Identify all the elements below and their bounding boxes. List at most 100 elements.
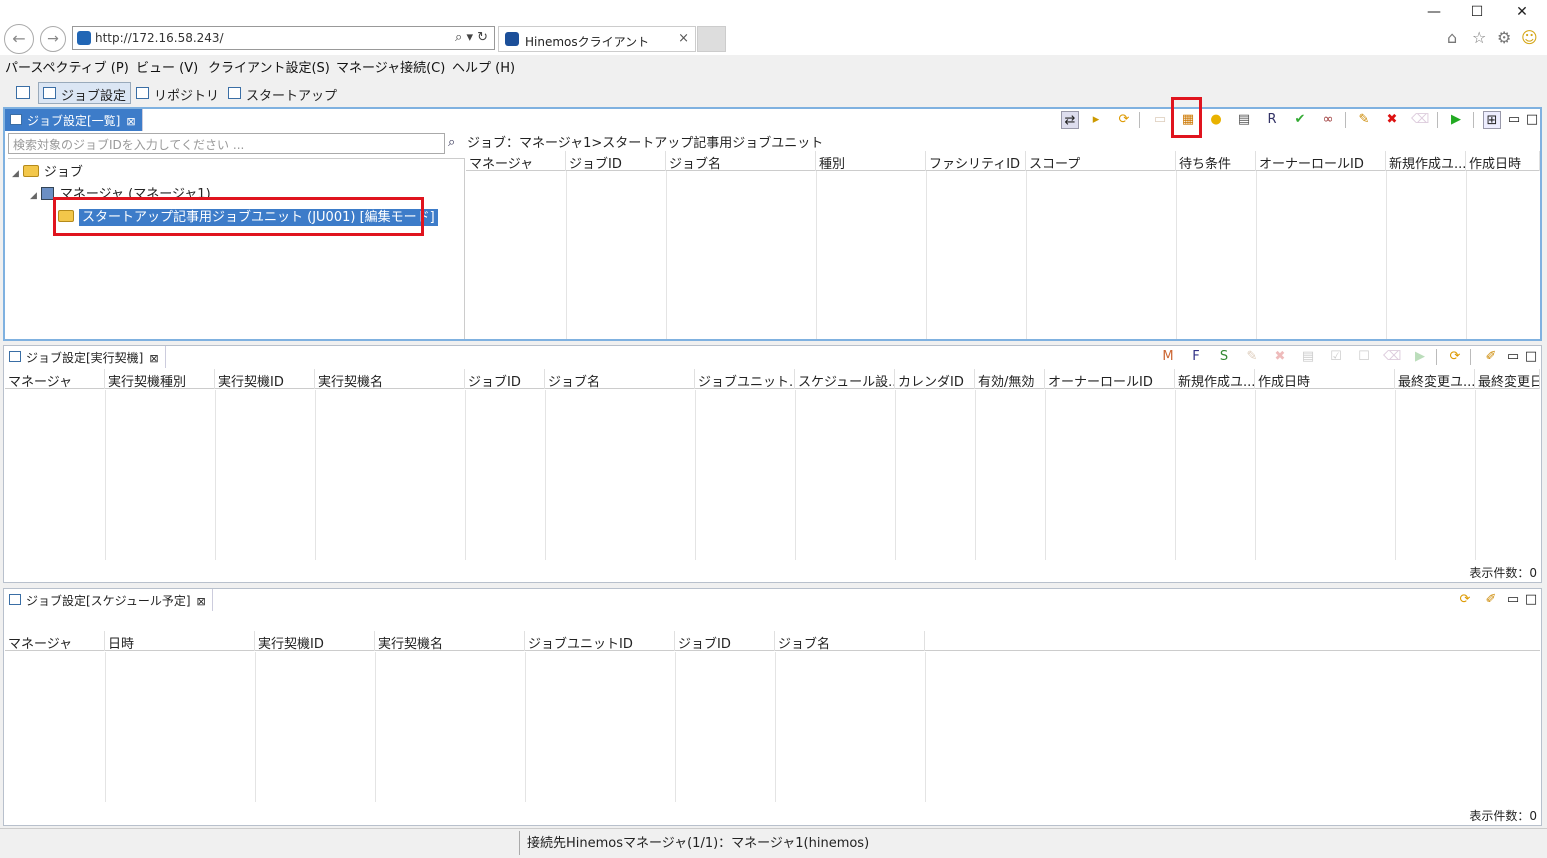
maximize-view-icon[interactable]: □ [1522,348,1540,366]
col-datetime[interactable]: 日時 [105,631,255,651]
col-wait-condition[interactable]: 待ち条件 [1176,151,1256,171]
col-created-date[interactable]: 作成日時 [1255,369,1395,389]
tree-node-job[interactable]: ◢ ジョブ [12,161,83,180]
col-manager[interactable]: マネージャ [466,151,566,171]
star-icon[interactable]: ☆ [1472,28,1486,47]
col-trigger-name[interactable]: 実行契機名 [315,369,465,389]
refresh-icon[interactable]: ⟳ [1456,591,1474,609]
minimize-view-icon[interactable]: ▭ [1505,111,1523,129]
add-job-icon[interactable]: ● [1207,111,1225,129]
eraser-icon[interactable]: ⌫ [1411,111,1429,129]
smiley-icon[interactable]: ☺ [1521,28,1538,47]
col-owner-role[interactable]: オーナーロールID [1256,151,1386,171]
minimize-view-icon[interactable]: ▭ [1504,591,1522,609]
col-enabled[interactable]: 有効/無効 [975,369,1045,389]
col-job-name[interactable]: ジョブ名 [545,369,695,389]
col-owner-role[interactable]: オーナーロールID [1045,369,1175,389]
gear-icon[interactable]: ⚙ [1497,28,1511,47]
menu-perspective[interactable]: パースペクティブ (P) [5,57,129,76]
col-trigger-name[interactable]: 実行契機名 [375,631,525,651]
col-jobunit-id[interactable]: ジョブユニットID [525,631,675,651]
browser-tab[interactable]: Hinemosクライアント × [498,26,696,52]
refresh-icon[interactable]: ⟳ [1115,111,1133,129]
add-jobunit-icon[interactable]: ▭ [1151,111,1169,129]
grid-line [675,652,676,802]
col-trigger-id[interactable]: 実行契機ID [255,631,375,651]
close-icon[interactable]: ✕ [1512,4,1532,24]
perspective-bar: ジョブ設定 リポジトリ スタートアップ [0,80,1547,106]
grid-line [566,171,567,339]
run-icon[interactable]: ▶ [1447,111,1465,129]
close-view-icon[interactable]: ⊠ [197,595,206,608]
tab-trigger[interactable]: ジョブ設定[実行契機] ⊠ [4,346,166,368]
close-view-icon[interactable]: ⊠ [149,352,158,365]
search-icon[interactable]: ⌕ [448,135,455,150]
col-trigger-type[interactable]: 実行契機種別 [105,369,215,389]
delete-icon[interactable]: ✖ [1383,111,1401,129]
col-schedule[interactable]: スケジュール設... [795,369,895,389]
col-manager[interactable]: マネージャ [5,631,105,651]
add-file-check-icon[interactable]: F [1187,348,1205,366]
grid-line [105,390,106,560]
col-scope[interactable]: スコープ [1026,151,1176,171]
home-icon[interactable]: ⌂ [1447,28,1457,47]
maximize-view-icon[interactable]: □ [1522,591,1540,609]
minimize-icon[interactable]: — [1424,4,1444,24]
view-icon [9,594,21,605]
col-manager[interactable]: マネージャ [5,369,105,389]
edit-icon[interactable]: ✎ [1355,111,1373,129]
menu-help[interactable]: ヘルプ (H) [452,57,515,76]
add-file-job-icon[interactable]: ▤ [1235,111,1253,129]
grid-line [105,652,106,802]
col-jobunit[interactable]: ジョブユニット... [695,369,795,389]
add-schedule-icon[interactable]: S [1215,348,1233,366]
close-tab-icon[interactable]: × [678,31,689,46]
col-type[interactable]: 種別 [816,151,926,171]
col-modified-date[interactable]: 最終変更日 [1475,369,1540,389]
tree-view-icon[interactable]: ⊞ [1483,111,1501,129]
perspective-job-settings[interactable]: ジョブ設定 [38,82,132,104]
back-button[interactable]: ← [4,24,34,54]
forward-button[interactable]: → [40,26,66,52]
col-job-name[interactable]: ジョブ名 [666,151,816,171]
col-trigger-id[interactable]: 実行契機ID [215,369,315,389]
col-created-user[interactable]: 新規作成ユ... [1386,151,1466,171]
add-manual-trigger-icon[interactable]: M [1159,348,1177,366]
col-created-user[interactable]: 新規作成ユ... [1175,369,1255,389]
collect-icon[interactable]: ▸ [1087,111,1105,129]
search-refresh-icon[interactable]: ⌕ ▾ ↻ [455,30,488,45]
maximize-view-icon[interactable]: □ [1523,111,1541,129]
add-approval-job-icon[interactable]: ✔ [1291,111,1309,129]
perspective-startup[interactable]: スタートアップ [223,82,342,104]
address-bar[interactable]: http://172.16.58.243/ ⌕ ▾ ↻ [72,26,495,50]
refresh-icon[interactable]: ⟳ [1446,348,1464,366]
tab-job-list[interactable]: ジョブ設定[一覧] ⊠ [5,109,143,131]
perspective-repository[interactable]: リポジトリ [131,82,224,104]
new-tab-button[interactable] [697,26,726,52]
close-view-icon[interactable]: ⊠ [126,115,135,128]
col-calendar-id[interactable]: カレンダID [895,369,975,389]
col-job-name[interactable]: ジョブ名 [775,631,925,651]
menu-client-settings[interactable]: クライアント設定(S) [208,57,330,76]
grid-line [775,652,776,802]
minimize-view-icon[interactable]: ▭ [1504,348,1522,366]
col-job-id[interactable]: ジョブID [675,631,775,651]
filter-icon[interactable]: ✐ [1482,591,1500,609]
open-perspective-icon[interactable] [16,86,30,99]
menu-view[interactable]: ビュー (V) [136,57,198,76]
col-facility-id[interactable]: ファシリティID [926,151,1026,171]
col-job-id[interactable]: ジョブID [465,369,545,389]
filter-icon[interactable]: ✐ [1482,348,1500,366]
col-modified-user[interactable]: 最終変更ユ... [1395,369,1475,389]
col-created-date[interactable]: 作成日時 [1466,151,1540,171]
add-monitor-job-icon[interactable]: ∞ [1319,111,1337,129]
grid-line [1255,390,1256,560]
maximize-icon[interactable]: ☐ [1467,4,1487,24]
menu-manager-connection[interactable]: マネージャ接続(C) [336,57,445,76]
add-reference-job-icon[interactable]: R [1263,111,1281,129]
grid-line [795,390,796,560]
link-icon[interactable]: ⇄ [1061,111,1079,129]
col-job-id[interactable]: ジョブID [566,151,666,171]
tab-schedule[interactable]: ジョブ設定[スケジュール予定] ⊠ [4,589,213,611]
job-search-input[interactable]: 検索対象のジョブIDを入力してください ... [8,133,445,154]
